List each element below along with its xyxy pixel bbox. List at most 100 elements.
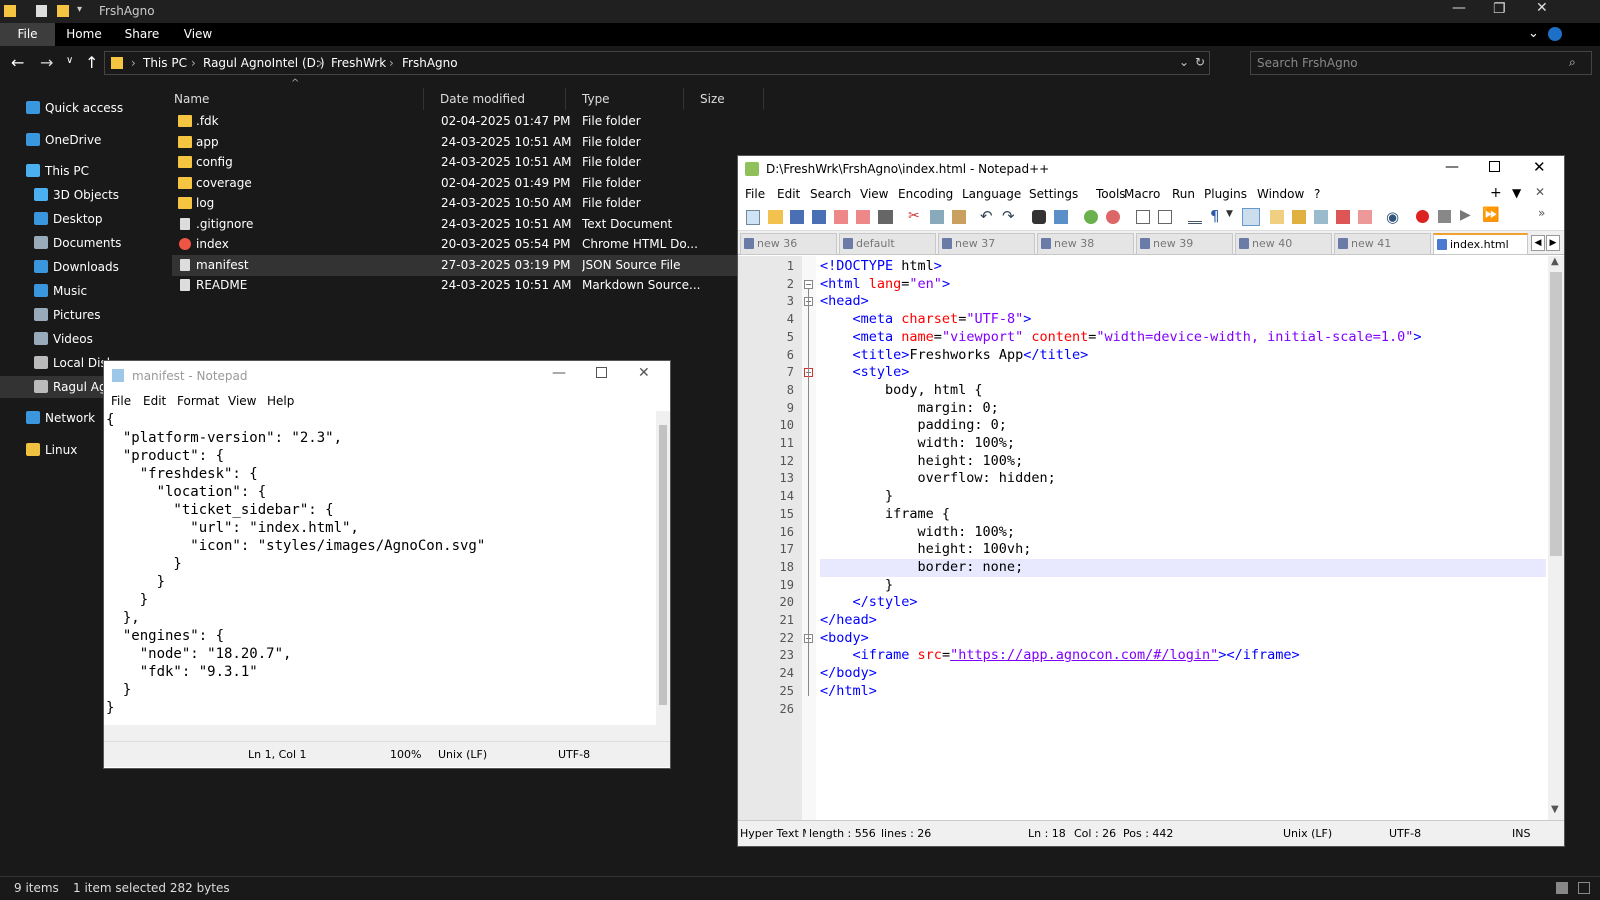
search-input[interactable]: Search FrshAgno [1257, 56, 1358, 70]
close-file-icon[interactable] [834, 210, 848, 224]
tab-new-41[interactable]: new 41 [1334, 233, 1431, 255]
properties-icon[interactable] [36, 5, 47, 17]
menu-search[interactable]: Search [810, 187, 851, 201]
breadcrumb-freshwrk[interactable]: FreshWrk [331, 56, 386, 70]
horizontal-scrollbar[interactable] [104, 725, 656, 741]
maximize-button[interactable] [1489, 161, 1500, 172]
run-macro-multiple-icon[interactable]: ⏩ [1482, 207, 1499, 223]
help-icon[interactable] [1548, 27, 1562, 41]
nav-3d-objects[interactable]: 3D Objects [0, 184, 158, 206]
search-box[interactable]: Search FrshAgno ⌕ [1250, 51, 1592, 75]
cut-icon[interactable]: ✂ [908, 208, 920, 224]
chevron-down-icon[interactable]: ⌄ [1179, 55, 1189, 69]
menu-file[interactable]: File [111, 394, 131, 408]
open-file-icon[interactable] [768, 210, 783, 224]
folder-as-workspace-icon[interactable] [1336, 210, 1350, 224]
scroll-thumb[interactable] [659, 425, 667, 705]
recent-locations-icon[interactable]: ∨ [66, 55, 73, 66]
up-arrow-icon[interactable]: ↑ [85, 53, 98, 72]
address-bar[interactable]: › This PC › Ragul AgnoIntel (D:) › Fresh… [104, 51, 1210, 75]
back-arrow-icon[interactable]: ← [11, 53, 24, 72]
show-all-characters-icon[interactable]: ¶ [1210, 207, 1220, 225]
scroll-up-icon[interactable]: ▲ [1551, 256, 1559, 267]
tab-default[interactable]: default [839, 233, 936, 255]
add-icon[interactable]: + [1490, 185, 1502, 201]
nav-downloads[interactable]: Downloads [0, 256, 158, 278]
chevron-down-icon[interactable]: ⌄ [1528, 26, 1539, 41]
details-view-icon[interactable] [1556, 882, 1568, 894]
chevron-right-icon[interactable]: » [1538, 206, 1545, 220]
scroll-down-icon[interactable]: ▼ [1551, 804, 1559, 815]
new-file-icon[interactable] [746, 210, 760, 225]
file-row[interactable]: coverage 02-04-2025 01:49 PM File folder [172, 173, 738, 194]
menu-settings[interactable]: Settings [1029, 187, 1078, 201]
zoom-in-icon[interactable] [1084, 210, 1098, 224]
chevron-down-icon[interactable]: ▼ [1226, 209, 1233, 219]
vertical-scrollbar[interactable]: ▲ ▼ [1548, 256, 1564, 820]
menu-edit[interactable]: Edit [777, 187, 800, 201]
monitoring-icon[interactable] [1358, 210, 1372, 224]
new-folder-icon[interactable] [57, 5, 69, 17]
nav-desktop[interactable]: Desktop [0, 208, 158, 230]
tab-new-39[interactable]: new 39 [1136, 233, 1233, 255]
menu-view[interactable]: View [228, 394, 256, 408]
tab-view[interactable]: View [174, 23, 222, 46]
file-row[interactable]: app 24-03-2025 10:51 AM File folder [172, 132, 738, 153]
minimize-button[interactable]: — [1452, 0, 1466, 16]
user-language-icon[interactable] [1270, 210, 1284, 224]
replace-icon[interactable] [1054, 210, 1068, 224]
nav-music[interactable]: Music [0, 280, 158, 302]
zoom-out-icon[interactable] [1106, 210, 1120, 224]
close-button[interactable]: ✕ [1536, 0, 1548, 16]
refresh-icon[interactable]: ↻ [1195, 55, 1205, 69]
copy-icon[interactable] [930, 210, 944, 224]
column-date[interactable]: Date modified [424, 88, 566, 110]
code-editor[interactable]: 1 2 3 4 5 6 7 8 9 10 11 12 13 14 15 16 17 18 19 20 21 22 23 24 2… [738, 256, 1564, 820]
menu-view[interactable]: View [860, 187, 888, 201]
minimize-button[interactable]: — [1445, 159, 1459, 175]
nav-pictures[interactable]: Pictures [0, 304, 158, 326]
breadcrumb-drive[interactable]: Ragul AgnoIntel (D:) [203, 56, 325, 70]
file-row[interactable]: .gitignore 24-03-2025 10:51 AM Text Docume… [172, 214, 738, 235]
menu-language[interactable]: Language [962, 187, 1021, 201]
large-icons-view-icon[interactable] [1578, 882, 1590, 894]
code-area[interactable]: <!DOCTYPE html> <html lang="en"> <head> <m… [738, 256, 1548, 820]
nav-this-pc[interactable]: This PC [0, 160, 158, 182]
close-button[interactable]: ✕ [638, 365, 650, 381]
menu-format[interactable]: Format [177, 394, 219, 408]
menu-tools[interactable]: Tools [1096, 187, 1126, 201]
file-row[interactable]: index 20-03-2025 05:54 PM Chrome HTML Do..… [172, 234, 738, 255]
tab-share[interactable]: Share [118, 23, 166, 46]
redo-icon[interactable]: ↷ [1002, 207, 1015, 225]
tab-scroll-right-icon[interactable]: ▶ [1546, 235, 1560, 251]
file-row[interactable]: config 24-03-2025 10:51 AM File folder [172, 152, 738, 173]
indent-guide-icon[interactable] [1242, 208, 1260, 226]
tab-file[interactable]: File [0, 23, 55, 46]
tab-scroll-left-icon[interactable]: ◀ [1531, 235, 1545, 251]
nav-quick-access[interactable]: Quick access [0, 97, 158, 119]
undo-icon[interactable]: ↶ [980, 207, 993, 225]
column-type[interactable]: Type [566, 88, 684, 110]
word-wrap-icon[interactable] [1188, 210, 1202, 224]
nav-documents[interactable]: Documents [0, 232, 158, 254]
save-all-icon[interactable] [812, 210, 826, 224]
tab-new-37[interactable]: new 37 [938, 233, 1035, 255]
tab-index-html[interactable]: index.html [1433, 233, 1528, 255]
vertical-scrollbar[interactable] [656, 411, 670, 741]
menu-macro[interactable]: Macro [1124, 187, 1160, 201]
scroll-thumb[interactable] [1550, 272, 1562, 556]
menu-encoding[interactable]: Encoding [898, 187, 953, 201]
menu-help[interactable]: ? [1314, 187, 1320, 201]
paste-icon[interactable] [952, 210, 966, 224]
nav-onedrive[interactable]: OneDrive [0, 129, 158, 151]
maximize-button[interactable]: ❐ [1493, 1, 1506, 17]
tab-new-36[interactable]: new 36 [740, 233, 837, 255]
sync-horizontal-icon[interactable] [1158, 210, 1172, 224]
tab-new-40[interactable]: new 40 [1235, 233, 1332, 255]
maximize-button[interactable] [596, 367, 607, 378]
breadcrumb-frshagno[interactable]: FrshAgno [402, 56, 458, 70]
minimize-button[interactable]: — [552, 365, 566, 381]
eye-icon[interactable]: ◉ [1386, 208, 1399, 226]
menu-file[interactable]: File [745, 187, 765, 201]
column-name[interactable]: Name [158, 88, 424, 110]
